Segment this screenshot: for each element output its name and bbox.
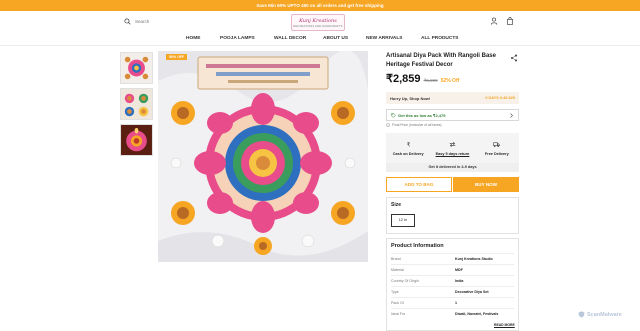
bag-icon[interactable]: [506, 17, 514, 25]
price-row: ₹2,859 ₹5,999 52% Off: [386, 72, 459, 85]
tag-icon: [391, 112, 396, 118]
site-header: Kunj Kreations DECORATIONS AND HANDICRAF…: [0, 11, 640, 33]
feature-free-delivery: Free Delivery: [475, 133, 519, 163]
thumbnail-1[interactable]: [120, 52, 153, 84]
size-title: Size: [391, 202, 402, 208]
offer-box[interactable]: Get this as low as ₹2,479: [386, 109, 519, 121]
chevron-right-icon[interactable]: [509, 112, 514, 118]
nav-pooja-lamps[interactable]: POOJA LAMPS: [220, 36, 255, 41]
nav-all-products[interactable]: ALL PRODUCTS: [421, 36, 459, 41]
info-row: Country Of Origin India: [391, 275, 514, 286]
feature-cod-label: Cash on Delivery: [392, 151, 424, 156]
feature-cod: ₹ Cash on Delivery: [386, 133, 430, 163]
thumbnail-3[interactable]: [120, 124, 153, 156]
tax-note-text: Final Price (Inclusive of all taxes): [392, 123, 442, 127]
main-nav: HOME POOJA LAMPS WALL DECOR ABOUT US NEW…: [0, 34, 640, 45]
read-more-link[interactable]: READ MORE: [494, 323, 515, 327]
nav-wall-decor[interactable]: WALL DECOR: [274, 36, 306, 41]
discount-badge: 50% OFF: [166, 54, 188, 60]
info-row: Type Decorative Diya Set: [391, 286, 514, 297]
search-icon[interactable]: [124, 18, 131, 25]
user-icon[interactable]: [490, 17, 498, 25]
info-row: Pack Of 1: [391, 297, 514, 308]
return-icon: [449, 141, 456, 147]
size-selector: Size 12 In: [386, 197, 519, 234]
shield-icon: [578, 311, 585, 318]
info-row: Material MDF: [391, 264, 514, 275]
info-key: Pack Of: [391, 301, 404, 305]
offer-content: Get this as low as ₹2,479: [391, 113, 445, 118]
feature-free-delivery-label: Free Delivery: [484, 151, 509, 156]
header-icons: [490, 17, 514, 25]
info-key: Country Of Origin: [391, 279, 419, 283]
info-value: Kunj Kreations Studio: [455, 257, 493, 261]
urgency-banner: Hurry Up, Shop Now! 0 DAYS 0:46:825: [386, 92, 519, 104]
info-value: MDF: [455, 268, 463, 272]
info-icon: [386, 123, 390, 127]
info-value: 1: [455, 301, 457, 305]
svg-text:₹: ₹: [406, 141, 410, 147]
product-information: Product Information Brand Kunj Kreations …: [386, 238, 519, 331]
size-option-selected[interactable]: 12 In: [391, 214, 415, 227]
urgency-text: Hurry Up, Shop Now!: [390, 95, 431, 101]
feature-return[interactable]: Easy 5 days return: [430, 133, 474, 163]
search-box[interactable]: [124, 18, 175, 25]
tax-note: Final Price (Inclusive of all taxes): [386, 123, 442, 127]
rupee-icon: ₹: [406, 141, 410, 147]
thumbnail-list: [120, 52, 153, 160]
delivery-estimate: Get it delivered in 4-9 days: [386, 163, 519, 172]
info-key: Type: [391, 290, 399, 294]
info-row: Brand Kunj Kreations Studio: [391, 253, 514, 264]
discount-percent: 52% Off: [440, 78, 460, 84]
info-value: Decorative Diya Set: [455, 290, 489, 294]
info-value: India: [455, 279, 464, 283]
share-icon[interactable]: [510, 54, 518, 62]
info-key: Material: [391, 268, 404, 272]
logo-tagline: DECORATIONS AND HANDICRAFTS: [293, 24, 343, 28]
nav-home[interactable]: HOME: [186, 36, 200, 41]
watermark: ScanMalware: [578, 311, 622, 318]
promo-banner: Save Min 50% UPTO 450 on all orders and …: [0, 0, 640, 11]
nav-new-arrivals[interactable]: NEW ARRIVALS: [366, 36, 403, 41]
truck-icon: [493, 141, 501, 147]
info-title: Product Information: [391, 243, 444, 249]
feature-return-label[interactable]: Easy 5 days return: [436, 152, 470, 156]
product-title: Artisanal Diya Pack With Rangoli Base He…: [386, 53, 496, 68]
product-main-image[interactable]: [158, 51, 368, 262]
countdown-timer: 0 DAYS 0:46:825: [485, 96, 515, 100]
info-row: Ideal For Diwali, Navratri, Festivals: [391, 308, 514, 319]
watermark-text: ScanMalware: [587, 311, 622, 318]
brand-logo[interactable]: Kunj Kreations DECORATIONS AND HANDICRAF…: [291, 14, 345, 31]
thumbnail-2[interactable]: [120, 88, 153, 120]
service-features: ₹ Cash on Delivery Easy 5 days return Fr…: [386, 133, 519, 163]
logo-text: Kunj Kreations: [299, 17, 337, 24]
info-key: Brand: [391, 257, 401, 261]
offer-text: Get this as low as ₹2,479: [398, 112, 446, 118]
original-price: ₹5,999: [423, 78, 438, 83]
search-input[interactable]: [135, 19, 175, 24]
nav-divider: [0, 45, 640, 46]
nav-about-us[interactable]: ABOUT US: [323, 36, 348, 41]
info-value: Diwali, Navratri, Festivals: [455, 312, 499, 316]
add-to-bag-button[interactable]: ADD TO BAG: [386, 177, 452, 192]
sale-price: ₹2,859: [386, 73, 421, 85]
buy-now-button[interactable]: BUY NOW: [453, 177, 519, 192]
info-key: Ideal For: [391, 312, 406, 316]
